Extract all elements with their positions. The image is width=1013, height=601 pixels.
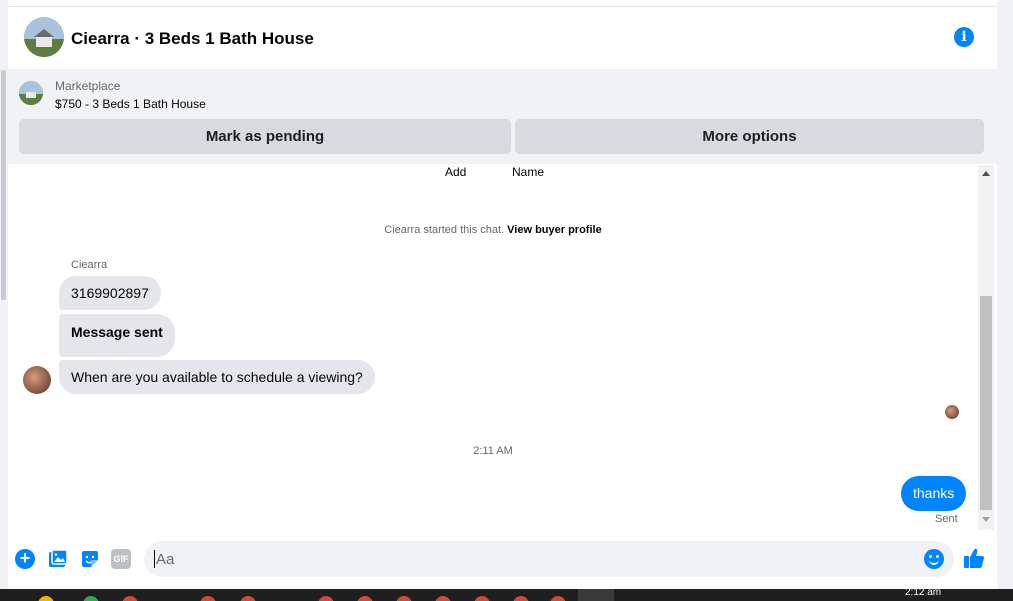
seen-indicator-avatar <box>945 405 959 419</box>
listing-avatar[interactable] <box>24 17 64 57</box>
scrollbar-thumb[interactable] <box>980 296 992 510</box>
message-scrollbar[interactable] <box>978 165 994 530</box>
message-input-placeholder: Aa <box>156 551 175 568</box>
taskbar-app-icon[interactable] <box>550 596 566 601</box>
taskbar-app-icon[interactable] <box>200 596 216 601</box>
taskbar-app-icon[interactable] <box>83 596 99 601</box>
os-taskbar: 2:12 am <box>0 589 1013 601</box>
taskbar-app-icon[interactable] <box>122 596 138 601</box>
emoji-icon[interactable] <box>924 549 944 569</box>
taskbar-app-icon[interactable] <box>435 596 451 601</box>
message-input[interactable]: Aa <box>144 541 954 577</box>
info-icon[interactable]: i <box>954 27 974 47</box>
taskbar-active-app[interactable] <box>578 589 614 601</box>
sticker-icon-glyph <box>82 551 98 567</box>
sender-avatar[interactable] <box>23 366 51 394</box>
photo-icon-glyph <box>49 549 68 567</box>
chat-header: Ciearra · 3 Beds 1 Bath House i <box>8 6 997 68</box>
incoming-message[interactable]: 3169902897 <box>59 276 161 310</box>
listing-price-title[interactable]: $750 - 3 Beds 1 Bath House <box>55 97 206 111</box>
sent-status: Sent <box>935 513 958 525</box>
taskbar-app-icon[interactable] <box>318 596 334 601</box>
message-composer: + GIF Aa <box>8 530 997 589</box>
taskbar-app-icon[interactable] <box>513 596 529 601</box>
gif-icon[interactable]: GIF <box>111 549 131 569</box>
thumbs-up-icon[interactable] <box>963 547 985 569</box>
chat-window: Ciearra · 3 Beds 1 Bath House i Marketpl… <box>8 0 997 589</box>
chat-title: Ciearra · 3 Beds 1 Bath House <box>71 29 314 48</box>
sender-name: Ciearra <box>71 259 108 271</box>
mark-as-pending-button[interactable]: Mark as pending <box>19 119 511 154</box>
listing-thumbnail[interactable] <box>19 81 43 105</box>
text-caret <box>154 550 155 568</box>
taskbar-app-icon[interactable] <box>474 596 490 601</box>
sticker-icon[interactable] <box>80 549 100 569</box>
house-photo-icon <box>24 17 64 57</box>
left-scroll-strip <box>0 0 8 601</box>
chat-start-text: Ciearra started this chat. <box>384 224 508 236</box>
thumbs-up-icon-glyph <box>964 548 984 568</box>
message-timestamp: 2:11 AM <box>473 445 513 457</box>
scroll-up-arrow-icon[interactable] <box>982 171 990 176</box>
taskbar-app-icon[interactable] <box>240 596 256 601</box>
scroll-down-arrow-icon[interactable] <box>982 517 990 522</box>
more-options-button[interactable]: More options <box>515 119 984 154</box>
chat-start-notice: Ciearra started this chat. View buyer pr… <box>8 224 978 236</box>
message-list: Add Name Ciearra started this chat. View… <box>8 165 997 530</box>
listing-source-label: Marketplace <box>55 79 121 93</box>
partial-name-label: Name <box>512 165 545 179</box>
right-edge-strip <box>997 0 1013 601</box>
taskbar-app-icon[interactable] <box>396 596 412 601</box>
house-thumbnail-icon <box>19 81 43 105</box>
photo-icon[interactable] <box>48 549 68 569</box>
outgoing-message[interactable]: thanks <box>901 476 967 511</box>
taskbar-clock: 2:12 am <box>905 589 942 598</box>
left-scrollbar-thumb[interactable] <box>1 70 6 300</box>
partial-add-label: Add <box>445 165 467 179</box>
incoming-message[interactable]: When are you available to schedule a vie… <box>59 360 375 394</box>
taskbar-app-icon[interactable] <box>357 596 373 601</box>
listing-panel: Marketplace $750 - 3 Beds 1 Bath House M… <box>8 69 997 164</box>
incoming-message[interactable]: Message sent <box>59 314 175 357</box>
view-buyer-profile-link[interactable]: View buyer profile <box>507 224 602 236</box>
taskbar-app-icon[interactable] <box>38 596 54 601</box>
plus-icon[interactable]: + <box>15 549 35 569</box>
